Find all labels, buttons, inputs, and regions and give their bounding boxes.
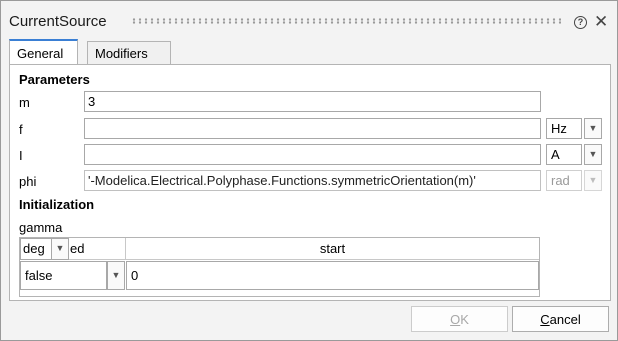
chevron-down-icon[interactable]: ▼ [584, 144, 602, 165]
help-icon[interactable]: ? [574, 16, 587, 29]
ok-button[interactable]: OK [411, 306, 508, 332]
cancel-label-rest: ancel [549, 312, 581, 327]
i-unit-select[interactable]: A [546, 144, 582, 165]
chevron-down-icon[interactable]: ▼ [51, 238, 69, 260]
start-column-header: start [126, 238, 539, 260]
dialog-window: CurrentSource ? ✕ General Modifiers Para… [0, 0, 618, 341]
phi-label: phi [19, 174, 37, 189]
f-label: f [19, 122, 23, 137]
initialization-heading: Initialization [19, 197, 95, 212]
fixed-header-text: ed [70, 241, 85, 256]
gamma-table: ed start deg ▼ false ▼ 0 [19, 237, 540, 297]
tab-modifiers[interactable]: Modifiers [87, 41, 171, 65]
ok-mnemonic: O [450, 312, 461, 327]
i-label: I [19, 148, 23, 163]
gamma-label: gamma [19, 220, 63, 235]
cancel-mnemonic: C [540, 312, 550, 327]
i-field[interactable] [84, 144, 541, 165]
chevron-down-icon[interactable]: ▼ [107, 261, 125, 290]
phi-field[interactable]: '-Modelica.Electrical.Polyphase.Function… [84, 170, 541, 191]
title-bar[interactable]: CurrentSource ? ✕ [1, 1, 617, 37]
window-title: CurrentSource [9, 13, 107, 30]
gamma-unit-select[interactable]: deg [20, 238, 52, 260]
tab-bar: General Modifiers [1, 37, 617, 65]
start-cell[interactable]: 0 [126, 261, 539, 290]
drag-grip[interactable] [131, 18, 561, 24]
fixed-cell[interactable]: false [20, 261, 107, 290]
parameters-heading: Parameters [19, 72, 90, 87]
chevron-down-icon[interactable]: ▼ [584, 118, 602, 139]
close-icon[interactable]: ✕ [594, 12, 608, 32]
ok-label-rest: K [460, 312, 469, 327]
chevron-down-icon: ▼ [584, 170, 602, 191]
f-field[interactable] [84, 118, 541, 139]
f-unit-select[interactable]: Hz [546, 118, 582, 139]
m-field[interactable]: 3 [84, 91, 541, 112]
phi-unit-select: rad [546, 170, 582, 191]
general-panel: Parameters m 3 f Hz ▼ I A ▼ phi '-Modeli… [9, 64, 611, 301]
cancel-button[interactable]: Cancel [512, 306, 609, 332]
tab-general[interactable]: General [9, 39, 78, 65]
m-label: m [19, 95, 30, 110]
